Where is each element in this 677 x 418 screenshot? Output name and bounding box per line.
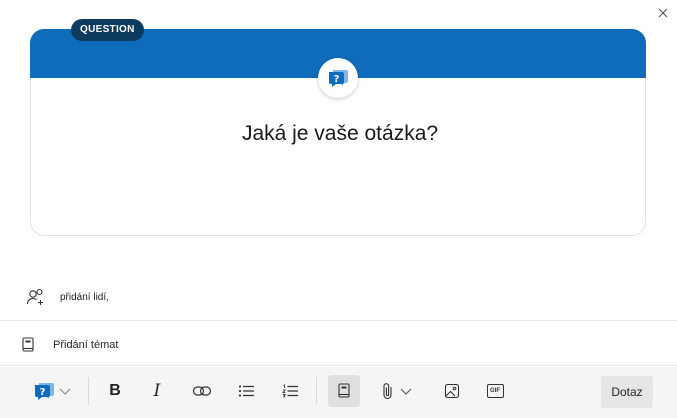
question-badge: QUESTION	[71, 19, 144, 41]
composer-toolbar: ? B I GIF Dotaz	[0, 367, 677, 418]
topic-button[interactable]	[328, 375, 360, 407]
close-icon	[658, 8, 668, 18]
question-title[interactable]: Jaká je vaše otázka?	[31, 122, 647, 146]
submit-question-button[interactable]: Dotaz	[601, 376, 653, 408]
question-bubble-icon: ?	[318, 58, 358, 98]
gif-label: GIF	[490, 388, 500, 394]
bold-button[interactable]: B	[100, 375, 130, 407]
divider	[0, 320, 677, 321]
bold-icon: B	[109, 382, 121, 399]
add-people-label: přidání lidí,	[60, 291, 109, 303]
bulleted-list-button[interactable]	[232, 375, 262, 407]
question-bubble-icon: ?	[34, 383, 54, 400]
divider	[0, 365, 677, 366]
toolbar-separator	[88, 377, 89, 405]
numbered-list-button[interactable]	[276, 375, 306, 407]
question-card: QUESTION ? Jaká je vaše otázka?	[30, 19, 647, 236]
italic-icon: I	[153, 381, 161, 401]
add-people-icon	[26, 288, 43, 305]
book-icon	[22, 337, 34, 352]
post-type-selector[interactable]: ?	[28, 375, 76, 407]
link-button[interactable]	[187, 375, 217, 407]
book-icon	[338, 383, 350, 398]
add-topics-row[interactable]: Přidání témat	[0, 331, 677, 359]
image-button[interactable]	[438, 375, 466, 407]
chevron-down-icon	[400, 388, 412, 395]
add-topics-label: Přidání témat	[53, 339, 119, 351]
svg-text:?: ?	[334, 74, 340, 85]
gif-icon: GIF	[486, 384, 504, 398]
close-button[interactable]	[652, 2, 674, 24]
gif-button[interactable]: GIF	[481, 375, 509, 407]
numbered-list-icon	[282, 384, 298, 398]
toolbar-separator	[316, 377, 317, 405]
paperclip-icon	[383, 383, 392, 400]
attach-file-button[interactable]	[374, 375, 420, 407]
bulleted-list-icon	[238, 385, 254, 397]
chevron-down-icon	[59, 388, 70, 395]
italic-button[interactable]: I	[142, 375, 172, 407]
svg-text:?: ?	[39, 387, 45, 398]
add-people-row[interactable]: přidání lidí,	[0, 282, 677, 312]
image-icon	[444, 383, 460, 399]
link-icon	[192, 386, 212, 396]
